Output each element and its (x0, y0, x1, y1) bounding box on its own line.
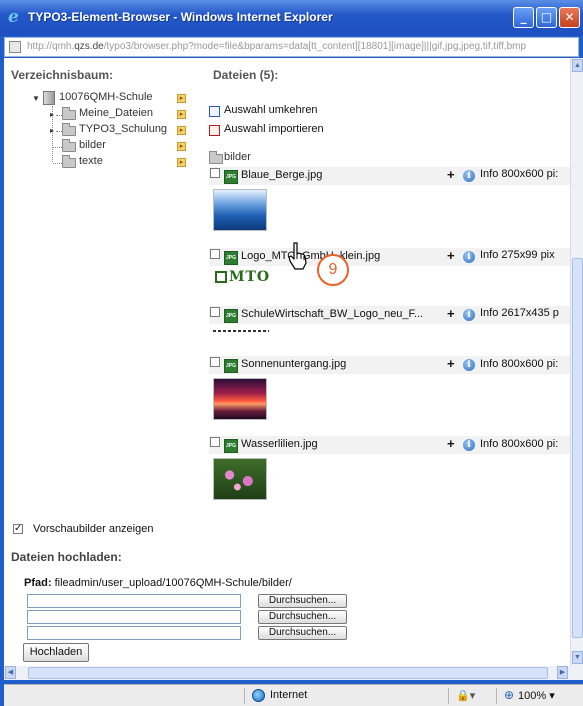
hand-cursor-icon (288, 242, 307, 270)
tree-root-label[interactable]: 10076QMH-Schule (59, 91, 153, 103)
scroll-left-icon[interactable]: ◀ (5, 666, 16, 679)
file-name-link[interactable]: Blaue_Berge.jpg (241, 169, 322, 181)
upload-file-input[interactable] (27, 610, 241, 624)
file-name-link[interactable]: SchuleWirtschaft_BW_Logo_neu_F... (241, 308, 423, 320)
thumbnail-schulewirtschaft[interactable] (213, 326, 269, 336)
tree-item-bilder[interactable]: bilder (79, 139, 106, 151)
thumbnail-wasserlilien[interactable] (213, 458, 267, 500)
add-file-icon[interactable]: + (447, 167, 455, 182)
minimize-button[interactable]: _ (513, 7, 534, 28)
tree-item-add-icon[interactable]: ▸ (177, 126, 186, 135)
folder-icon (62, 139, 76, 152)
scroll-down-icon[interactable]: ▼ (572, 651, 583, 664)
info-label[interactable]: Info 800x600 pi: (480, 438, 558, 450)
import-selection-link[interactable]: Auswahl importieren (224, 123, 324, 135)
collapse-arrow-icon[interactable]: ▼ (32, 94, 40, 103)
horizontal-scrollbar[interactable]: ◀ ▶ (4, 666, 583, 680)
file-checkbox[interactable] (210, 437, 220, 447)
info-icon[interactable]: i (463, 309, 475, 321)
tree-heading: Verzeichnisbaum: (11, 68, 114, 82)
files-heading: Dateien (5): (213, 68, 279, 82)
scroll-up-icon[interactable]: ▲ (572, 59, 583, 72)
current-folder-label: bilder (224, 151, 251, 163)
tree-root-add-icon[interactable]: ▸ (177, 94, 186, 103)
info-icon[interactable]: i (463, 170, 475, 182)
page-icon (9, 41, 21, 53)
window-title: TYPO3-Element-Browser - Windows Internet… (28, 10, 333, 24)
globe-icon (252, 689, 265, 702)
zoom-icon[interactable]: ⊕ (504, 688, 514, 702)
tree-item-texte[interactable]: texte (79, 155, 103, 167)
page-content: Verzeichnisbaum: ▼ 10076QMH-Schule ▸ ▸ M… (4, 58, 570, 666)
jpg-file-icon: JPG (224, 359, 238, 373)
tree-item-add-icon[interactable]: ▸ (177, 110, 186, 119)
file-name-link[interactable]: Sonnenuntergang.jpg (241, 358, 346, 370)
protected-mode-icon[interactable]: 🔒▾ (456, 689, 475, 702)
scroll-right-icon[interactable]: ▶ (557, 666, 568, 679)
folder-icon (62, 123, 76, 136)
invert-selection-icon (209, 106, 220, 117)
tree-item-meine-dateien[interactable]: Meine_Dateien (79, 107, 153, 119)
jpg-file-icon: JPG (224, 170, 238, 184)
upload-submit-button[interactable]: Hochladen (23, 643, 89, 662)
browse-button[interactable]: Durchsuchen... (258, 626, 347, 640)
upload-file-input[interactable] (27, 594, 241, 608)
tree-item-add-icon[interactable]: ▸ (177, 142, 186, 151)
info-label[interactable]: Info 275x99 pix (480, 249, 555, 261)
info-icon[interactable]: i (463, 359, 475, 371)
vertical-scrollbar[interactable]: ▲ ▼ (570, 58, 583, 666)
file-checkbox[interactable] (210, 357, 220, 367)
file-checkbox[interactable] (210, 168, 220, 178)
file-name-link[interactable]: Wasserlilien.jpg (241, 438, 318, 450)
address-bar[interactable]: http://qmh.qzs.de/typo3/browser.php?mode… (4, 37, 579, 57)
maximize-button[interactable]: □ (536, 7, 557, 28)
invert-selection-link[interactable]: Auswahl umkehren (224, 104, 318, 116)
tree-item-typo3-schulung[interactable]: TYPO3_Schulung (79, 123, 167, 135)
browse-button[interactable]: Durchsuchen... (258, 610, 347, 624)
vertical-scroll-thumb[interactable] (572, 258, 583, 638)
thumbnail-logo-mto[interactable]: MTO (213, 268, 269, 288)
security-zone-label: Internet (270, 689, 308, 701)
info-label[interactable]: Info 2617x435 p (480, 307, 559, 319)
file-checkbox[interactable] (210, 307, 220, 317)
info-icon[interactable]: i (463, 439, 475, 451)
file-checkbox[interactable] (210, 249, 220, 259)
jpg-file-icon: JPG (224, 251, 238, 265)
server-icon (43, 91, 55, 105)
file-name-link[interactable]: Logo_MTO_GmbH_klein.jpg (241, 250, 380, 262)
preview-label: Vorschaubilder anzeigen (33, 523, 154, 535)
add-file-icon[interactable]: + (447, 436, 455, 451)
info-icon[interactable]: i (463, 251, 475, 263)
title-bar[interactable]: e TYPO3-Element-Browser - Windows Intern… (0, 0, 583, 36)
zoom-level[interactable]: 100% ▾ (518, 689, 555, 702)
info-label[interactable]: Info 800x600 pi: (480, 168, 558, 180)
thumbnail-sonnenuntergang[interactable] (213, 378, 267, 420)
upload-file-input[interactable] (27, 626, 241, 640)
folder-icon (62, 107, 76, 120)
tree-item-add-icon[interactable]: ▸ (177, 158, 186, 167)
horizontal-scroll-thumb[interactable] (28, 667, 548, 679)
info-label[interactable]: Info 800x600 pi: (480, 358, 558, 370)
folder-icon (62, 155, 76, 168)
jpg-file-icon: JPG (224, 439, 238, 453)
folder-icon (209, 151, 223, 164)
close-button[interactable]: ✕ (559, 7, 580, 28)
expand-arrow-icon[interactable]: ▸ (50, 126, 54, 135)
browse-button[interactable]: Durchsuchen... (258, 594, 347, 608)
status-bar: Internet 🔒▾ ⊕ 100% ▾ (4, 684, 583, 706)
add-file-icon[interactable]: + (447, 306, 455, 321)
expand-arrow-icon[interactable]: ▸ (50, 110, 54, 119)
thumbnail-blaue-berge[interactable] (213, 189, 267, 231)
ie-logo-icon: e (8, 7, 19, 27)
add-file-icon[interactable]: + (447, 356, 455, 371)
step-number-badge: 9 (317, 254, 349, 286)
upload-path: Pfad: fileadmin/user_upload/10076QMH-Sch… (24, 577, 292, 589)
preview-checkbox[interactable]: ✓ (13, 524, 23, 534)
import-selection-icon (209, 125, 220, 136)
address-url[interactable]: http://qmh.qzs.de/typo3/browser.php?mode… (27, 41, 577, 52)
add-file-icon[interactable]: + (447, 248, 455, 263)
upload-heading: Dateien hochladen: (11, 550, 122, 564)
ie-window: e TYPO3-Element-Browser - Windows Intern… (0, 0, 583, 706)
jpg-file-icon: JPG (224, 309, 238, 323)
